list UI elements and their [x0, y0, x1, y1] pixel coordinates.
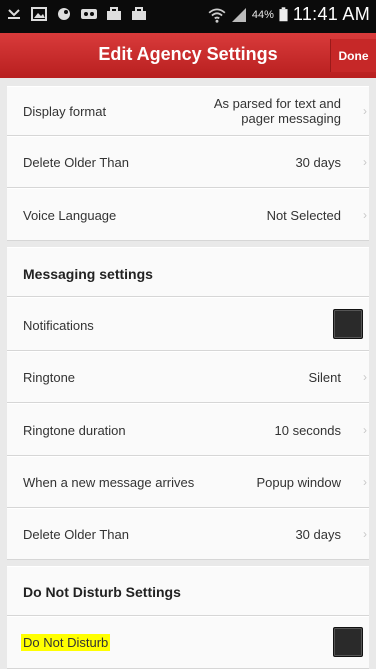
notifications-label: Notifications — [23, 318, 94, 333]
do-not-disturb-checkbox[interactable] — [333, 627, 363, 657]
clock: 11:41 AM — [292, 4, 370, 24]
ringtone-value: Silent — [308, 370, 341, 385]
messaging-settings-header: Messaging settings — [7, 247, 369, 297]
display-format-row[interactable]: Display format As parsed for text and pa… — [7, 86, 369, 136]
notifications-checkbox[interactable] — [333, 309, 363, 339]
battery-percent: 44% — [251, 8, 274, 21]
delete-older-than-value: 30 days — [295, 155, 341, 170]
app-header: Edit Agency Settings Done — [0, 33, 376, 78]
chevron-right-icon: › — [363, 475, 367, 489]
delete-older-than-label: Delete Older Than — [23, 155, 129, 170]
status-right: 44% 11:41 AM — [208, 4, 370, 25]
signal-icon — [231, 7, 246, 22]
app-icon — [58, 8, 70, 20]
status-bar: 44% 11:41 AM — [0, 0, 376, 33]
battery-icon — [279, 7, 288, 22]
display-format-label: Display format — [23, 104, 107, 119]
voice-language-value: Not Selected — [266, 208, 341, 223]
messaging-settings-label: Messaging settings — [23, 266, 153, 282]
gallery-icon — [31, 7, 47, 21]
message-delete-older-than-label: Delete Older Than — [23, 527, 129, 542]
new-message-label: When a new message arrives — [23, 475, 195, 490]
new-message-row[interactable]: When a new message arrives Popup window … — [7, 456, 369, 508]
display-format-value: As parsed for text and pager messaging — [214, 96, 341, 126]
new-message-value: Popup window — [256, 475, 341, 490]
do-not-disturb-label: Do Not Disturb — [21, 634, 111, 651]
voicemail-icon — [81, 9, 97, 19]
voice-language-row[interactable]: Voice Language Not Selected › — [7, 188, 369, 241]
message-delete-older-than-value: 30 days — [295, 527, 341, 542]
chevron-right-icon: › — [363, 104, 367, 118]
briefcase-icon — [107, 7, 121, 20]
display-format-value-line1: As parsed for text and — [213, 96, 341, 111]
page-title: Edit Agency Settings — [98, 44, 278, 64]
chevron-right-icon: › — [363, 208, 367, 222]
do-not-disturb-row[interactable]: Do Not Disturb — [7, 616, 369, 669]
chevron-right-icon: › — [363, 370, 367, 384]
ringtone-label: Ringtone — [23, 370, 76, 385]
ringtone-duration-value: 10 seconds — [274, 423, 342, 438]
message-delete-older-than-row[interactable]: Delete Older Than 30 days › — [7, 508, 369, 560]
ringtone-duration-row[interactable]: Ringtone duration 10 seconds › — [7, 403, 369, 456]
voice-language-label: Voice Language — [23, 208, 117, 223]
ringtone-row[interactable]: Ringtone Silent › — [7, 351, 369, 403]
done-button[interactable]: Done — [330, 39, 376, 72]
chevron-right-icon: › — [363, 527, 367, 541]
do-not-disturb-highlight: Do Not Disturb — [21, 634, 111, 651]
chevron-right-icon: › — [363, 423, 367, 437]
missed-call-icon — [8, 9, 20, 19]
briefcase-icon — [132, 7, 146, 20]
notification-icons — [6, 6, 147, 22]
display-format-value-line2: pager messaging — [241, 111, 341, 126]
delete-older-than-row[interactable]: Delete Older Than 30 days › — [7, 136, 369, 188]
notifications-row[interactable]: Notifications — [7, 297, 369, 351]
chevron-right-icon: › — [363, 155, 367, 169]
wifi-icon — [208, 7, 226, 23]
ringtone-duration-label: Ringtone duration — [23, 423, 126, 438]
dnd-settings-label: Do Not Disturb Settings — [23, 584, 181, 600]
dnd-settings-header: Do Not Disturb Settings — [7, 566, 369, 616]
